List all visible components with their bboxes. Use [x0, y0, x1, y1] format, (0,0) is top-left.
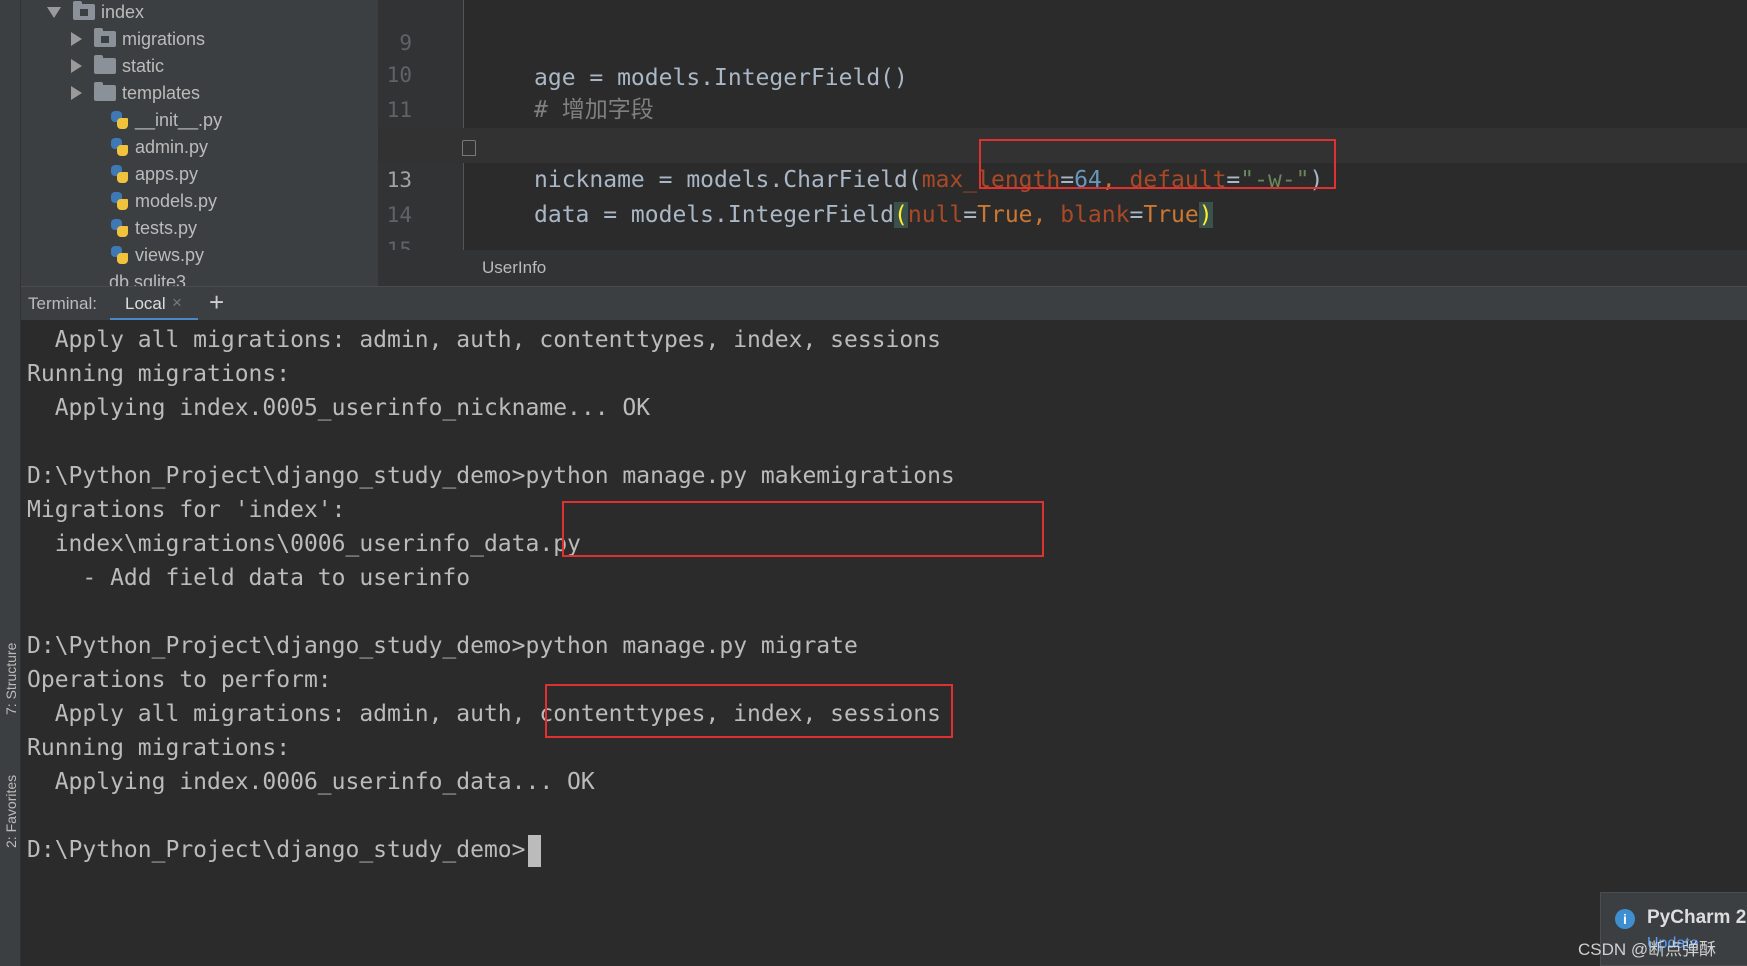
folder-icon [94, 55, 116, 74]
favorites-tool-label: 2: Favorites [3, 774, 19, 848]
tree-item-models-py[interactable]: models.py [109, 186, 217, 216]
info-icon: i [1615, 909, 1635, 929]
tree-item-label: admin.py [135, 137, 209, 157]
tab-local[interactable]: Local × [110, 287, 198, 321]
python-file-icon [109, 137, 129, 157]
tree-item-label: __init__.py [135, 110, 223, 130]
python-file-icon [109, 164, 129, 184]
tree-item-tests-py[interactable]: tests.py [109, 213, 197, 243]
tree-item-label: templates [122, 83, 201, 103]
code-line: 15 [378, 198, 1747, 250]
structure-tool-label: 7: Structure [3, 642, 19, 715]
add-tab-icon[interactable]: + [209, 287, 224, 318]
highlight-box-makemigrations [562, 501, 1044, 557]
terminal-prompt: D:\Python_Project\django_study_demo> [27, 837, 526, 863]
chevron-down-icon[interactable] [47, 6, 61, 18]
terminal-line: D:\Python_Project\django_study_demo>pyth… [27, 463, 955, 489]
python-file-icon [109, 245, 129, 265]
tree-item-migrations[interactable]: migrations [71, 24, 205, 54]
package-folder-icon [73, 1, 95, 20]
terminal-line: Operations to perform: [27, 667, 332, 693]
tree-item-label: models.py [135, 191, 218, 211]
terminal-line: Running migrations: [27, 735, 291, 761]
terminal-line: Applying index.0005_userinfo_nickname...… [27, 395, 651, 421]
terminal-toolbar: Terminal: Local × + [21, 286, 1747, 321]
close-icon[interactable]: × [172, 293, 182, 313]
package-folder-icon [94, 28, 116, 47]
tree-item-label: views.py [135, 245, 205, 265]
tree-item-label: index [101, 2, 145, 22]
tree-item-label: tests.py [135, 218, 198, 238]
chevron-right-icon[interactable] [71, 32, 82, 46]
project-tree-panel: index migrations static templates __init… [21, 0, 421, 318]
breadcrumb-label[interactable]: UserInfo [482, 258, 546, 278]
terminal-prompt-line: D:\Python_Project\django_study_demo> [27, 833, 541, 867]
tree-item-label: migrations [122, 29, 206, 49]
tree-item-init-py[interactable]: __init__.py [109, 105, 222, 135]
terminal-title: Terminal: [28, 294, 97, 313]
python-file-icon [109, 218, 129, 238]
fold-marker-icon[interactable] [462, 140, 476, 156]
code-line: 12 nickname = models.CharField(max_lengt… [378, 93, 1747, 193]
terminal-line: Migrations for 'index': [27, 497, 346, 523]
code-line: 10 # 增加字段 [378, 23, 1747, 123]
watermark: CSDN @断点弹酥 [1578, 940, 1717, 959]
python-file-icon [109, 191, 129, 211]
folder-icon [94, 82, 116, 101]
terminal-line: D:\Python_Project\django_study_demo>pyth… [27, 633, 858, 659]
left-tool-strip: 7: Structure 2: Favorites [0, 0, 21, 966]
code-editor[interactable]: 9 age = models.IntegerField() 10 # 增加字段 … [378, 0, 1747, 250]
terminal-line: Apply all migrations: admin, auth, conte… [27, 327, 941, 353]
terminal-line: Running migrations: [27, 361, 291, 387]
notification-title: PyCharm 20 [1647, 907, 1747, 928]
tree-item-index[interactable]: index [47, 0, 144, 27]
tree-item-label: static [122, 56, 165, 76]
python-file-icon [109, 110, 129, 130]
chevron-right-icon[interactable] [71, 86, 82, 100]
tree-item-apps-py[interactable]: apps.py [109, 159, 198, 189]
highlight-box-migrate [545, 684, 953, 738]
terminal-output[interactable]: Apply all migrations: admin, auth, conte… [21, 320, 1747, 966]
terminal-line: Applying index.0006_userinfo_data... OK [27, 769, 595, 795]
terminal-line: index\migrations\0006_userinfo_data.py [27, 531, 581, 557]
editor-breadcrumb[interactable]: UserInfo [378, 250, 1747, 286]
highlight-box-code [979, 139, 1336, 189]
tree-item-views-py[interactable]: views.py [109, 240, 204, 270]
terminal-line: - Add field data to userinfo [27, 565, 471, 591]
tree-item-admin-py[interactable]: admin.py [109, 132, 208, 162]
tree-item-label: apps.py [135, 164, 199, 184]
tab-label: Local [125, 294, 166, 313]
chevron-right-icon[interactable] [71, 59, 82, 73]
code-line: 11 sex = models.CharField(max_length=2) [378, 58, 1747, 158]
code-line: 16 class StudentInfo(models.Model): [378, 231, 1747, 250]
tree-item-static[interactable]: static [71, 51, 164, 81]
tree-item-templates[interactable]: templates [71, 78, 200, 108]
text-cursor [527, 834, 541, 867]
